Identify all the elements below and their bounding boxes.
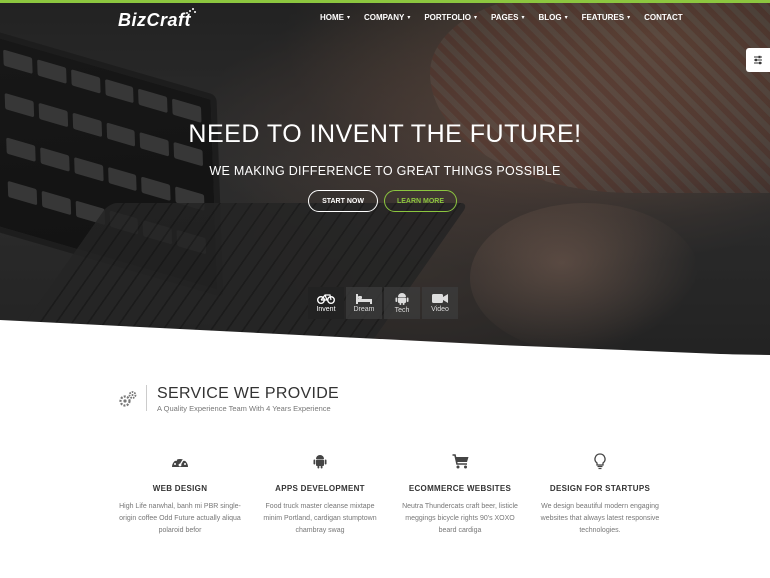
service-title: WEB DESIGN	[152, 484, 208, 493]
bed-icon	[356, 294, 372, 304]
caret-down-icon: ▾	[407, 15, 411, 21]
nav-item-blog[interactable]: BLOG ▾	[538, 13, 567, 22]
android-icon	[313, 455, 327, 469]
caret-down-icon: ▾	[627, 15, 631, 21]
services-subtitle: A Quality Experience Team With 4 Years E…	[157, 404, 331, 413]
service-card-ecommerce-websites: ECOMMERCE WEBSITES Neutra Thundercats cr…	[390, 450, 530, 537]
service-title: ECOMMERCE WEBSITES	[408, 484, 512, 493]
logo-dots	[186, 7, 196, 15]
tab-label: Dream	[353, 306, 375, 313]
services-title: SERVICE WE PROVIDE	[157, 385, 340, 402]
service-description: Food truck master cleanse mixtape minim …	[263, 503, 377, 534]
settings-toggle-button[interactable]	[746, 48, 770, 72]
service-title: DESIGN FOR STARTUPS	[549, 484, 651, 493]
gears-icon	[119, 391, 137, 407]
tab-label: Video	[431, 306, 449, 313]
nav-item-contact[interactable]: CONTACT	[644, 13, 683, 22]
services-header: SERVICE WE PROVIDE A Quality Experience …	[118, 385, 339, 413]
hero-tabs: Invent Dream Tech Video	[308, 287, 458, 319]
shopping-cart-icon	[452, 453, 468, 468]
tab-tech[interactable]: Tech	[384, 287, 420, 319]
sliders-icon	[754, 55, 762, 65]
service-description: We design beautiful modern engaging webs…	[540, 503, 660, 534]
dashboard-icon	[172, 457, 188, 467]
hero-subtitle: WE MAKING DIFFERENCE TO GREAT THINGS POS…	[209, 164, 561, 178]
nav-item-features[interactable]: FEATURES ▾	[582, 13, 631, 22]
service-description: Neutra Thundercats craft beer, listicle …	[402, 503, 518, 534]
caret-down-icon: ▾	[347, 15, 351, 21]
tab-label: Tech	[394, 307, 410, 314]
android-icon	[395, 293, 409, 305]
service-description: High Life narwhal, banh mi PBR single-or…	[119, 503, 241, 534]
caret-down-icon: ▾	[521, 15, 525, 21]
learn-more-button[interactable]: LEARN MORE	[384, 190, 457, 212]
service-card-design-for-startups: DESIGN FOR STARTUPS We design beautiful …	[530, 450, 670, 537]
nav-item-company[interactable]: COMPANY ▾	[364, 13, 410, 22]
caret-down-icon: ▾	[564, 15, 568, 21]
video-camera-icon	[432, 294, 448, 303]
hero-title: NEED TO INVENT THE FUTURE!	[188, 120, 582, 148]
services-grid: WEB DESIGN High Life narwhal, banh mi PB…	[110, 450, 670, 537]
main-nav: HOME ▾ COMPANY ▾ PORTFOLIO ▾ PAGES ▾ BLOG ▾ F…	[320, 13, 697, 22]
tab-invent[interactable]: Invent	[308, 287, 344, 319]
tab-label: Invent	[316, 306, 336, 313]
bicycle-icon	[317, 294, 335, 304]
brand-logo[interactable]: BizCraft	[118, 10, 191, 31]
nav-item-portfolio[interactable]: PORTFOLIO ▾	[424, 13, 477, 22]
service-card-web-design: WEB DESIGN High Life narwhal, banh mi PB…	[110, 450, 250, 537]
logo-text: BizCraft	[118, 10, 192, 30]
nav-item-pages[interactable]: PAGES ▾	[491, 13, 524, 22]
tab-dream[interactable]: Dream	[346, 287, 382, 319]
nav-item-home[interactable]: HOME ▾	[320, 13, 350, 22]
service-title: APPS DEVELOPMENT	[275, 484, 365, 493]
caret-down-icon: ▾	[474, 15, 478, 21]
tab-video[interactable]: Video	[422, 287, 458, 319]
start-now-button[interactable]: START NOW	[308, 190, 378, 212]
service-card-apps-development: APPS DEVELOPMENT Food truck master clean…	[250, 450, 390, 537]
lightbulb-icon	[594, 452, 606, 469]
